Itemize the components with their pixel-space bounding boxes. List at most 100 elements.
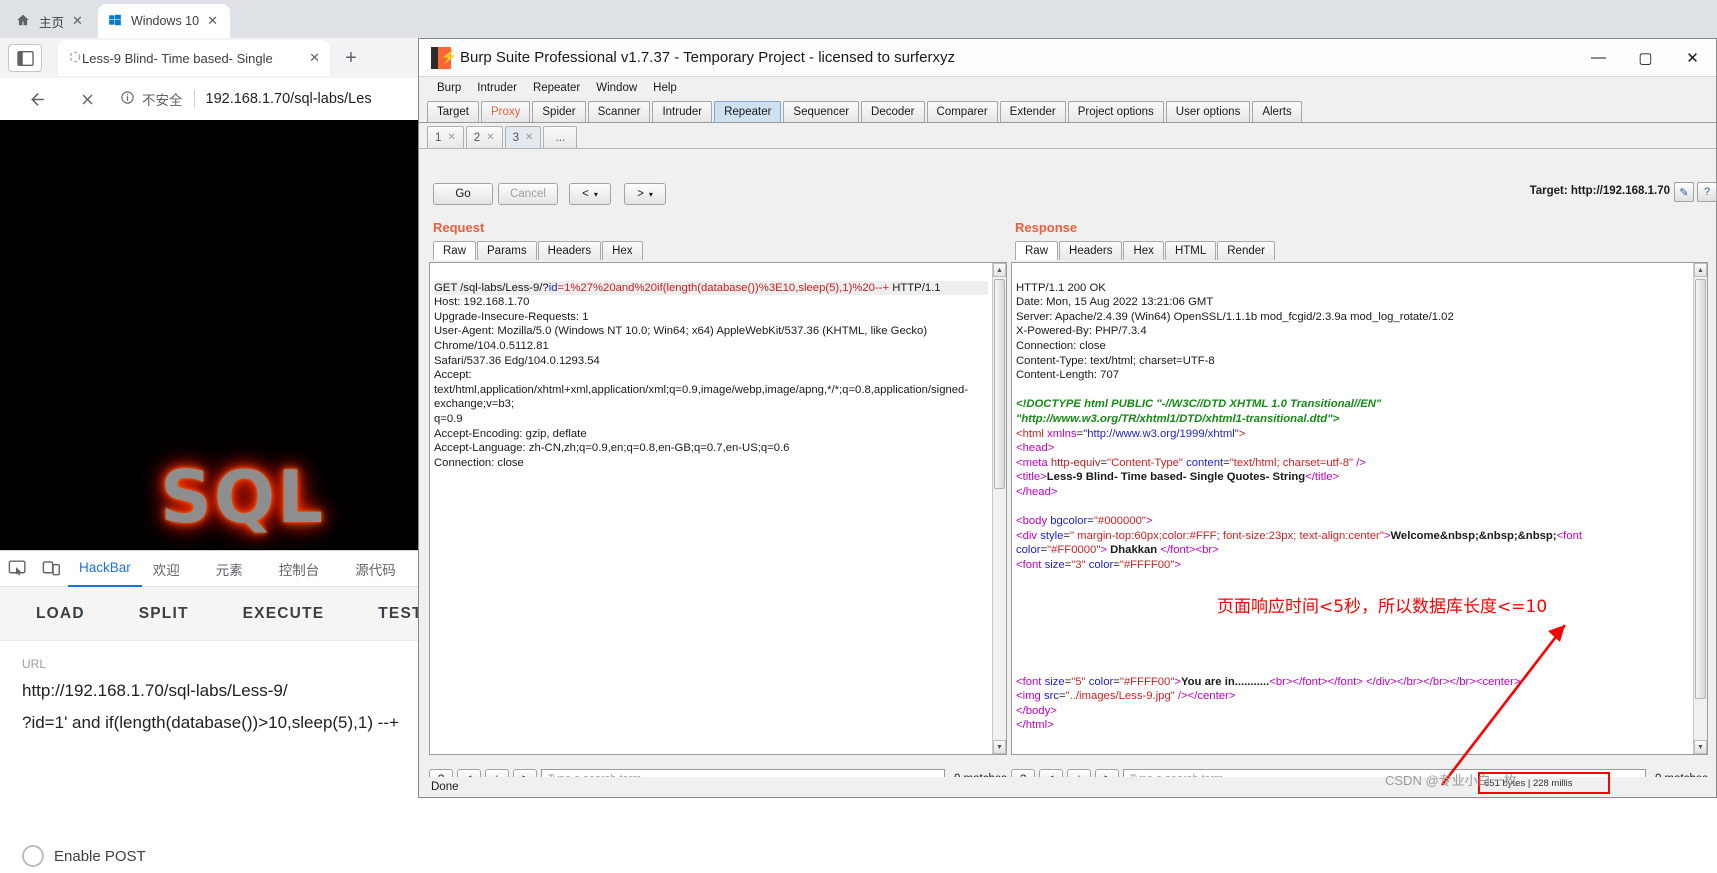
request-tab-hex[interactable]: Hex bbox=[602, 241, 643, 260]
hackbar-execute-button[interactable]: EXECUTE bbox=[225, 605, 343, 623]
tab-comparer[interactable]: Comparer bbox=[926, 101, 998, 122]
browser-tab-windows10[interactable]: Windows 10 ✕ bbox=[98, 4, 230, 38]
tab-user-options[interactable]: User options bbox=[1165, 101, 1251, 122]
scrollbar-thumb[interactable] bbox=[1695, 279, 1706, 699]
request-line-ua2: Safari/537.36 Edg/104.0.1293.54 bbox=[434, 354, 600, 367]
back-arrow-icon[interactable] bbox=[22, 84, 52, 114]
repeater-tab-1[interactable]: 1 ✕ bbox=[427, 126, 464, 148]
forward-button[interactable]: > ▾ bbox=[624, 183, 666, 205]
devtools-tab-hackbar[interactable]: HackBar bbox=[68, 551, 142, 587]
tab-alerts[interactable]: Alerts bbox=[1252, 101, 1302, 122]
request-tab-raw[interactable]: Raw bbox=[433, 241, 477, 260]
devtools-tab-elements[interactable]: 元素 bbox=[205, 551, 254, 587]
close-icon[interactable]: ✕ bbox=[447, 132, 455, 143]
close-icon[interactable]: ✕ bbox=[486, 132, 494, 143]
device-toolbar-icon[interactable] bbox=[34, 551, 68, 587]
scroll-up-icon[interactable]: ▲ bbox=[993, 263, 1006, 277]
scroll-down-icon[interactable]: ▼ bbox=[993, 740, 1006, 754]
menu-burp[interactable]: Burp bbox=[429, 82, 469, 94]
burp-status-text: Done bbox=[431, 781, 459, 793]
response-editor[interactable]: HTTP/1.1 200 OK Date: Mon, 15 Aug 2022 1… bbox=[1011, 262, 1708, 755]
response-scrollbar[interactable]: ▲ ▼ bbox=[1693, 263, 1707, 754]
request-pane: Request Raw Params Headers Hex GET /sql-… bbox=[429, 218, 1007, 797]
tab-repeater[interactable]: Repeater bbox=[714, 101, 782, 122]
response-pane: Response Raw Headers Hex HTML Render HTT… bbox=[1011, 218, 1708, 797]
request-tab-params[interactable]: Params bbox=[477, 241, 537, 260]
inner-tab-less9[interactable]: Less-9 Blind- Time based- Single ✕ bbox=[58, 40, 330, 76]
menu-help[interactable]: Help bbox=[645, 82, 685, 94]
menu-repeater[interactable]: Repeater bbox=[525, 82, 588, 94]
tab-scanner[interactable]: Scanner bbox=[587, 101, 651, 122]
devtools-tab-sources[interactable]: 源代码 bbox=[344, 551, 407, 587]
menu-intruder[interactable]: Intruder bbox=[469, 82, 525, 94]
request-scrollbar[interactable]: ▲ ▼ bbox=[992, 263, 1006, 754]
minimize-button[interactable]: — bbox=[1575, 39, 1622, 77]
response-dhakkan-text: Dhakkan bbox=[1106, 544, 1161, 557]
back-button[interactable]: < ▾ bbox=[569, 183, 611, 205]
request-tab-headers[interactable]: Headers bbox=[537, 241, 602, 260]
stop-loading-icon[interactable] bbox=[72, 84, 102, 114]
request-editor[interactable]: GET /sql-labs/Less-9/?id=1%27%20and%20if… bbox=[429, 262, 1007, 755]
hackbar-enable-post-toggle[interactable]: Enable POST bbox=[22, 845, 146, 867]
scrollbar-thumb[interactable] bbox=[994, 279, 1005, 489]
close-icon[interactable]: ✕ bbox=[525, 132, 533, 143]
devtools-tab-console[interactable]: 控制台 bbox=[268, 551, 331, 587]
tab-decoder[interactable]: Decoder bbox=[861, 101, 925, 122]
response-title: <title>Less-9 Blind- Time based- Single … bbox=[1016, 471, 1340, 484]
response-html-close: </html> bbox=[1016, 719, 1054, 732]
question-icon[interactable]: ? bbox=[1697, 182, 1717, 202]
inspect-element-icon[interactable] bbox=[0, 551, 34, 587]
browser-tab-home[interactable]: 主页 ✕ bbox=[6, 4, 96, 38]
response-tab-html[interactable]: HTML bbox=[1164, 241, 1217, 260]
tab-proxy[interactable]: Proxy bbox=[480, 101, 531, 122]
repeater-tab-3[interactable]: 3 ✕ bbox=[504, 126, 542, 148]
response-text[interactable]: HTTP/1.1 200 OK Date: Mon, 15 Aug 2022 1… bbox=[1012, 263, 1693, 754]
new-tab-button[interactable]: + bbox=[338, 45, 364, 71]
chinese-annotation-note: 页面响应时间<5秒，所以数据库长度<=10 bbox=[1217, 597, 1548, 617]
hackbar-split-button[interactable]: SPLIT bbox=[121, 605, 207, 623]
tab-sequencer[interactable]: Sequencer bbox=[783, 101, 860, 122]
response-header-label: Response bbox=[1015, 220, 1078, 235]
go-button[interactable]: Go bbox=[433, 183, 493, 205]
scroll-up-icon[interactable]: ▲ bbox=[1694, 263, 1707, 277]
close-button[interactable]: ✕ bbox=[1669, 39, 1716, 77]
request-line-upgrade: Upgrade-Insecure-Requests: 1 bbox=[434, 310, 589, 323]
tab-intruder[interactable]: Intruder bbox=[652, 101, 713, 122]
close-icon[interactable]: ✕ bbox=[207, 13, 218, 29]
response-html-open: <html xmlns="http://www.w3.org/1999/xhtm… bbox=[1016, 427, 1246, 440]
scroll-down-icon[interactable]: ▼ bbox=[1694, 740, 1707, 754]
repeater-tab-2[interactable]: 2 ✕ bbox=[465, 126, 503, 148]
request-line-q: q=0.9 bbox=[434, 412, 463, 425]
request-header-label: Request bbox=[433, 220, 485, 235]
response-title-text: Less-9 Blind- Time based- Single Quotes-… bbox=[1046, 471, 1306, 484]
tab-target[interactable]: Target bbox=[427, 101, 479, 122]
loading-icon bbox=[68, 50, 82, 67]
request-text[interactable]: GET /sql-labs/Less-9/?id=1%27%20and%20if… bbox=[430, 263, 992, 754]
burp-title-bar: ⚡ Burp Suite Professional v1.7.37 - Temp… bbox=[419, 39, 1716, 77]
hackbar-url-line2[interactable]: ?id=1' and if(length(database())>10,slee… bbox=[22, 707, 408, 739]
close-icon[interactable]: ✕ bbox=[72, 13, 83, 29]
tab-spider[interactable]: Spider bbox=[532, 101, 586, 122]
request-subtab-bar: Raw Params Headers Hex bbox=[429, 239, 1007, 260]
tab-project-options[interactable]: Project options bbox=[1067, 101, 1164, 122]
radio-icon bbox=[22, 845, 44, 867]
burp-window-title: Burp Suite Professional v1.7.37 - Tempor… bbox=[460, 49, 955, 66]
cancel-button[interactable]: Cancel bbox=[498, 183, 558, 205]
tab-extender[interactable]: Extender bbox=[999, 101, 1066, 122]
request-method-line: GET /sql-labs/Less-9/? bbox=[434, 281, 549, 294]
close-icon[interactable]: ✕ bbox=[309, 50, 320, 66]
hackbar-url-line1[interactable]: http://192.168.1.70/sql-labs/Less-9/ bbox=[22, 675, 408, 707]
devtools-tab-welcome[interactable]: 欢迎 bbox=[142, 551, 191, 587]
maximize-button[interactable]: ▢ bbox=[1622, 39, 1669, 77]
browser-tab-label: Windows 10 bbox=[131, 14, 200, 28]
hackbar-load-button[interactable]: LOAD bbox=[18, 605, 103, 623]
menu-window[interactable]: Window bbox=[588, 82, 645, 94]
response-tab-hex[interactable]: Hex bbox=[1123, 241, 1164, 260]
repeater-tab-more[interactable]: ... bbox=[543, 126, 578, 148]
response-tab-raw[interactable]: Raw bbox=[1015, 241, 1059, 260]
response-tab-headers[interactable]: Headers bbox=[1059, 241, 1123, 260]
response-tab-render[interactable]: Render bbox=[1217, 241, 1275, 260]
repeater-tab-label: 2 bbox=[473, 131, 481, 144]
sidebar-toggle-button[interactable] bbox=[8, 44, 42, 72]
pencil-icon[interactable]: ✎ bbox=[1674, 182, 1694, 202]
